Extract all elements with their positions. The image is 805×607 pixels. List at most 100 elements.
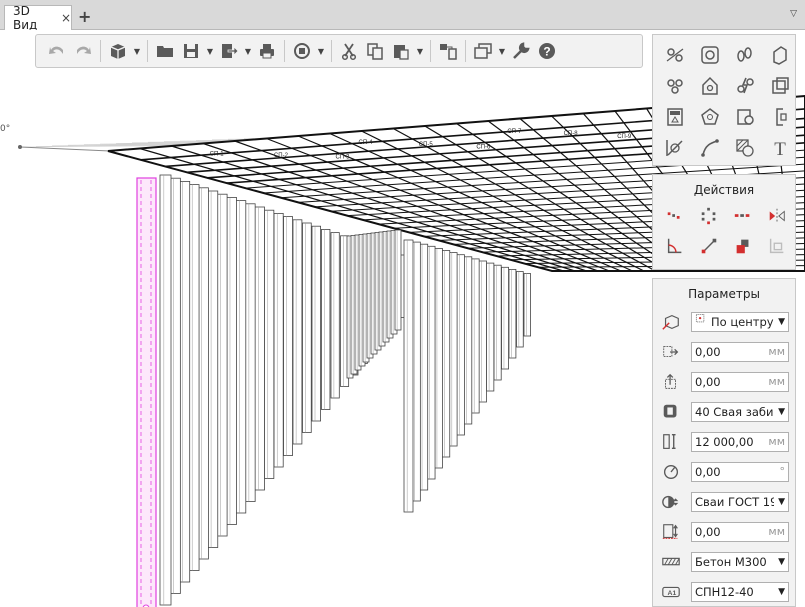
actions-grid (653, 197, 795, 265)
selected-pile (136, 177, 157, 607)
rotate-view-icon[interactable] (289, 38, 315, 64)
param-row: 0,00 мм (653, 367, 797, 397)
param-input[interactable]: 0,00 ° (691, 462, 789, 482)
redo-icon[interactable] (70, 38, 96, 64)
param-value: 0,00 (695, 375, 721, 389)
mirror-icon[interactable] (761, 201, 793, 231)
parameters-title: Параметры (688, 287, 760, 301)
chevron-down-icon: ▼ (778, 557, 785, 567)
copy-blocks-icon[interactable] (727, 231, 759, 261)
plan-label: СП-5 (419, 142, 434, 148)
circle-array-icon[interactable] (693, 201, 725, 231)
param-value: Сваи ГОСТ 19 (695, 495, 774, 509)
pile-body (486, 262, 495, 392)
angle-icon[interactable] (659, 231, 691, 261)
paste-icon[interactable] (388, 38, 414, 64)
axis-line (19, 146, 111, 152)
param-select[interactable]: 40 Свая забив ▼ (691, 402, 789, 422)
save-icon[interactable] (178, 38, 204, 64)
pile-field-icon[interactable] (659, 70, 691, 101)
wrench-icon[interactable] (508, 38, 534, 64)
param-select[interactable]: По центру ▼ (691, 312, 789, 332)
layers-icon[interactable] (470, 38, 496, 64)
cube-view-icon[interactable] (105, 38, 131, 64)
cut-icon[interactable] (336, 38, 362, 64)
align-icon[interactable] (693, 231, 725, 261)
dim-placement-icon[interactable] (761, 231, 793, 261)
rebar-icon[interactable] (764, 39, 796, 70)
mark-icon: A1 (653, 582, 689, 602)
chevron-down-icon[interactable]: ▼ (131, 47, 143, 56)
foundation-icon[interactable] (694, 39, 726, 70)
copy-icon[interactable] (362, 38, 388, 64)
calc-icon[interactable] (659, 101, 691, 132)
toolbar-separator (331, 40, 332, 62)
param-select[interactable]: Бетон М300 ▼ (691, 552, 789, 572)
pile-body (403, 239, 414, 513)
pile-body (311, 225, 322, 422)
pile-body (197, 187, 209, 560)
bracket-icon[interactable] (764, 101, 796, 132)
dimension-icon[interactable] (659, 132, 691, 163)
pile (226, 196, 237, 525)
pile-group-icon[interactable] (659, 39, 691, 70)
chevron-down-icon: ▼ (778, 317, 785, 327)
move-icon[interactable] (659, 201, 691, 231)
chevron-down-icon[interactable]: ▼ (414, 47, 426, 56)
snap-icon[interactable] (435, 38, 461, 64)
undo-icon[interactable] (44, 38, 70, 64)
param-input[interactable]: 0,00 мм (691, 522, 789, 542)
print-icon[interactable] (254, 38, 280, 64)
hatch-icon[interactable] (729, 132, 761, 163)
param-value: Бетон М300 (695, 555, 767, 569)
chevron-down-icon[interactable]: ▼ (204, 47, 216, 56)
pile (486, 262, 495, 392)
param-input[interactable]: 0,00 мм (691, 372, 789, 392)
polygon-icon[interactable] (694, 101, 726, 132)
box-icon[interactable] (764, 70, 796, 101)
pile-body (254, 206, 265, 491)
plan-label: СП-4 (359, 140, 374, 146)
pile-settings-icon[interactable] (729, 101, 761, 132)
param-input[interactable]: 12 000,00 мм (691, 432, 789, 452)
pile-body (463, 256, 473, 425)
pile (456, 254, 465, 436)
text-icon[interactable]: T (764, 132, 796, 163)
pile-body (501, 266, 509, 370)
pile (302, 222, 312, 433)
param-input[interactable]: 0,00 мм (691, 342, 789, 362)
chevron-down-icon[interactable]: ▼ (315, 47, 327, 56)
param-select[interactable]: Сваи ГОСТ 19 ▼ (691, 492, 789, 512)
pile-body (264, 209, 275, 479)
actions-title: Действия (693, 183, 755, 197)
help-icon[interactable]: ? (534, 38, 560, 64)
unit-label: мм (768, 435, 785, 448)
pile (523, 273, 531, 337)
open-folder-icon[interactable] (152, 38, 178, 64)
pile-body (159, 174, 172, 606)
unit-label: мм (768, 375, 785, 388)
pile-load-icon[interactable] (729, 70, 761, 101)
close-icon[interactable]: × (61, 11, 71, 25)
tab-3d-view[interactable]: 3D Вид × (4, 4, 72, 32)
chevron-down-icon[interactable]: ▼ (242, 47, 254, 56)
pile-body (508, 268, 517, 359)
pile-body (245, 203, 256, 502)
linear-array-icon[interactable] (727, 201, 759, 231)
pile-row-icon[interactable] (729, 39, 761, 70)
pile (264, 209, 275, 479)
pile-body (226, 196, 237, 525)
pile-body (523, 273, 531, 337)
tab-menu-icon[interactable]: ▽ (790, 9, 797, 19)
pile (207, 190, 219, 548)
svg-text:T: T (774, 139, 786, 159)
chevron-down-icon[interactable]: ▼ (496, 47, 508, 56)
pile (235, 200, 247, 514)
house-icon[interactable] (694, 70, 726, 101)
add-tab-icon[interactable]: + (78, 7, 91, 26)
arc-icon[interactable] (694, 132, 726, 163)
export-icon[interactable] (216, 38, 242, 64)
unit-label: ° (779, 465, 786, 478)
param-select[interactable]: СПН12-40 ▼ (691, 582, 789, 602)
param-row: Бетон М300 ▼ (653, 547, 797, 577)
